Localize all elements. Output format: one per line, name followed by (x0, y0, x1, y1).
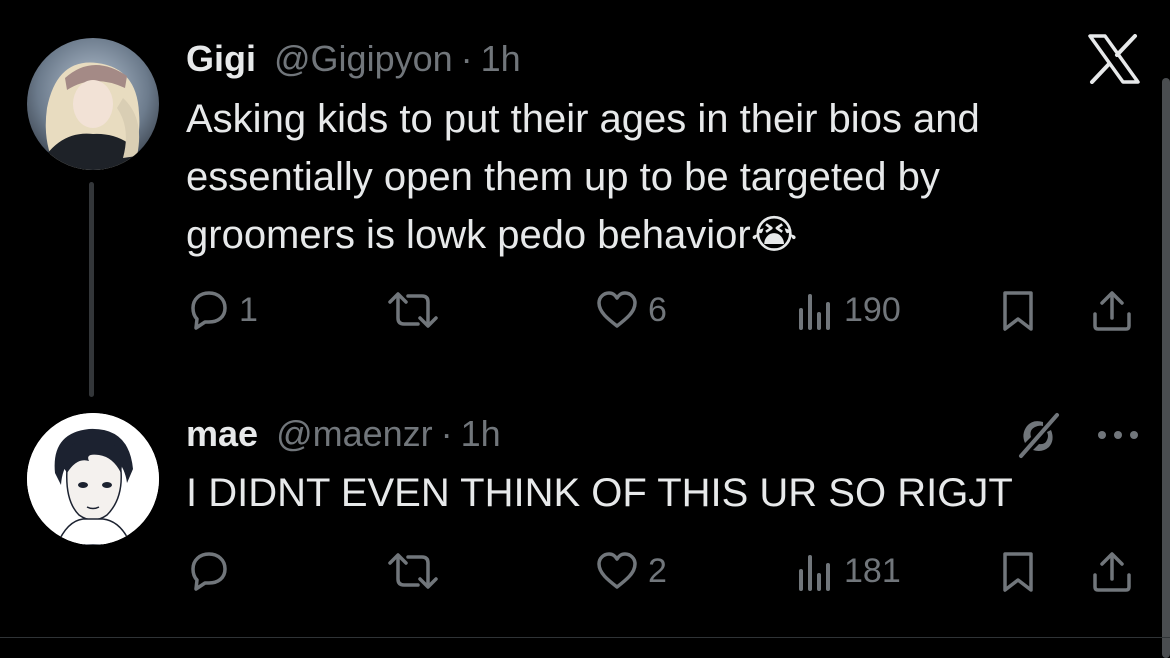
reply-button[interactable]: 1 (187, 288, 258, 332)
tweet-text-segment: groomers is lowk pedo behavior (186, 213, 751, 257)
like-button[interactable]: 2 (594, 549, 667, 593)
like-count: 6 (648, 290, 667, 329)
bookmark-button[interactable] (998, 288, 1038, 334)
like-count: 2 (648, 551, 667, 590)
retweet-button[interactable] (386, 551, 440, 591)
separator-dot: · (460, 38, 473, 79)
views-button[interactable]: 190 (796, 288, 901, 332)
share-button[interactable] (1090, 288, 1134, 334)
views-icon (799, 294, 830, 330)
bookmark-button[interactable] (998, 549, 1038, 595)
view-count: 181 (844, 551, 901, 590)
grok-icon[interactable] (1013, 410, 1063, 460)
retweet-icon (388, 553, 438, 589)
retweet-button[interactable] (386, 290, 440, 330)
views-button[interactable]: 181 (796, 549, 901, 593)
handle[interactable]: @Gigipyon (274, 38, 453, 80)
divider (0, 637, 1170, 638)
view-count: 190 (844, 290, 901, 329)
reply-icon (191, 291, 227, 330)
scrollbar[interactable] (1162, 78, 1170, 658)
heart-icon (597, 291, 637, 328)
x-logo-icon[interactable] (1088, 34, 1140, 84)
views-icon (799, 555, 830, 591)
timestamp[interactable]: 1h (481, 38, 521, 80)
tweet-text-line: essentially open them up to be targeted … (186, 155, 940, 199)
heart-icon (597, 552, 637, 589)
retweet-icon (388, 292, 438, 328)
like-button[interactable]: 6 (594, 288, 667, 332)
reply-button[interactable] (187, 549, 231, 593)
timestamp[interactable]: 1h (461, 413, 501, 455)
display-name[interactable]: Gigi (186, 38, 256, 80)
more-icon[interactable] (1096, 428, 1140, 440)
handle[interactable]: @maenzr (276, 413, 433, 455)
bookmark-icon (1003, 552, 1033, 592)
avatar-mae[interactable] (27, 413, 159, 545)
tweet-text: Asking kids to put their ages in their b… (186, 90, 1126, 264)
reply-icon (191, 552, 227, 591)
crying-emoji: 😭 (750, 213, 798, 257)
separator-dot: · (440, 413, 453, 454)
tweet-text-line: I DIDNT EVEN THINK OF THIS UR SO RIGJT (186, 471, 1013, 515)
reply-count: 1 (239, 290, 258, 329)
share-icon (1093, 291, 1131, 331)
share-icon (1093, 552, 1131, 592)
tweet-text-line: groomers is lowk pedo behavior😭 (186, 206, 1126, 264)
display-name[interactable]: mae (186, 413, 258, 455)
thread-connector-line (89, 182, 94, 397)
bookmark-icon (1003, 291, 1033, 331)
tweet-text: I DIDNT EVEN THINK OF THIS UR SO RIGJT (186, 464, 1126, 522)
avatar-gigi[interactable] (27, 38, 159, 170)
tweet-text-line: Asking kids to put their ages in their b… (186, 97, 980, 141)
share-button[interactable] (1090, 549, 1134, 595)
